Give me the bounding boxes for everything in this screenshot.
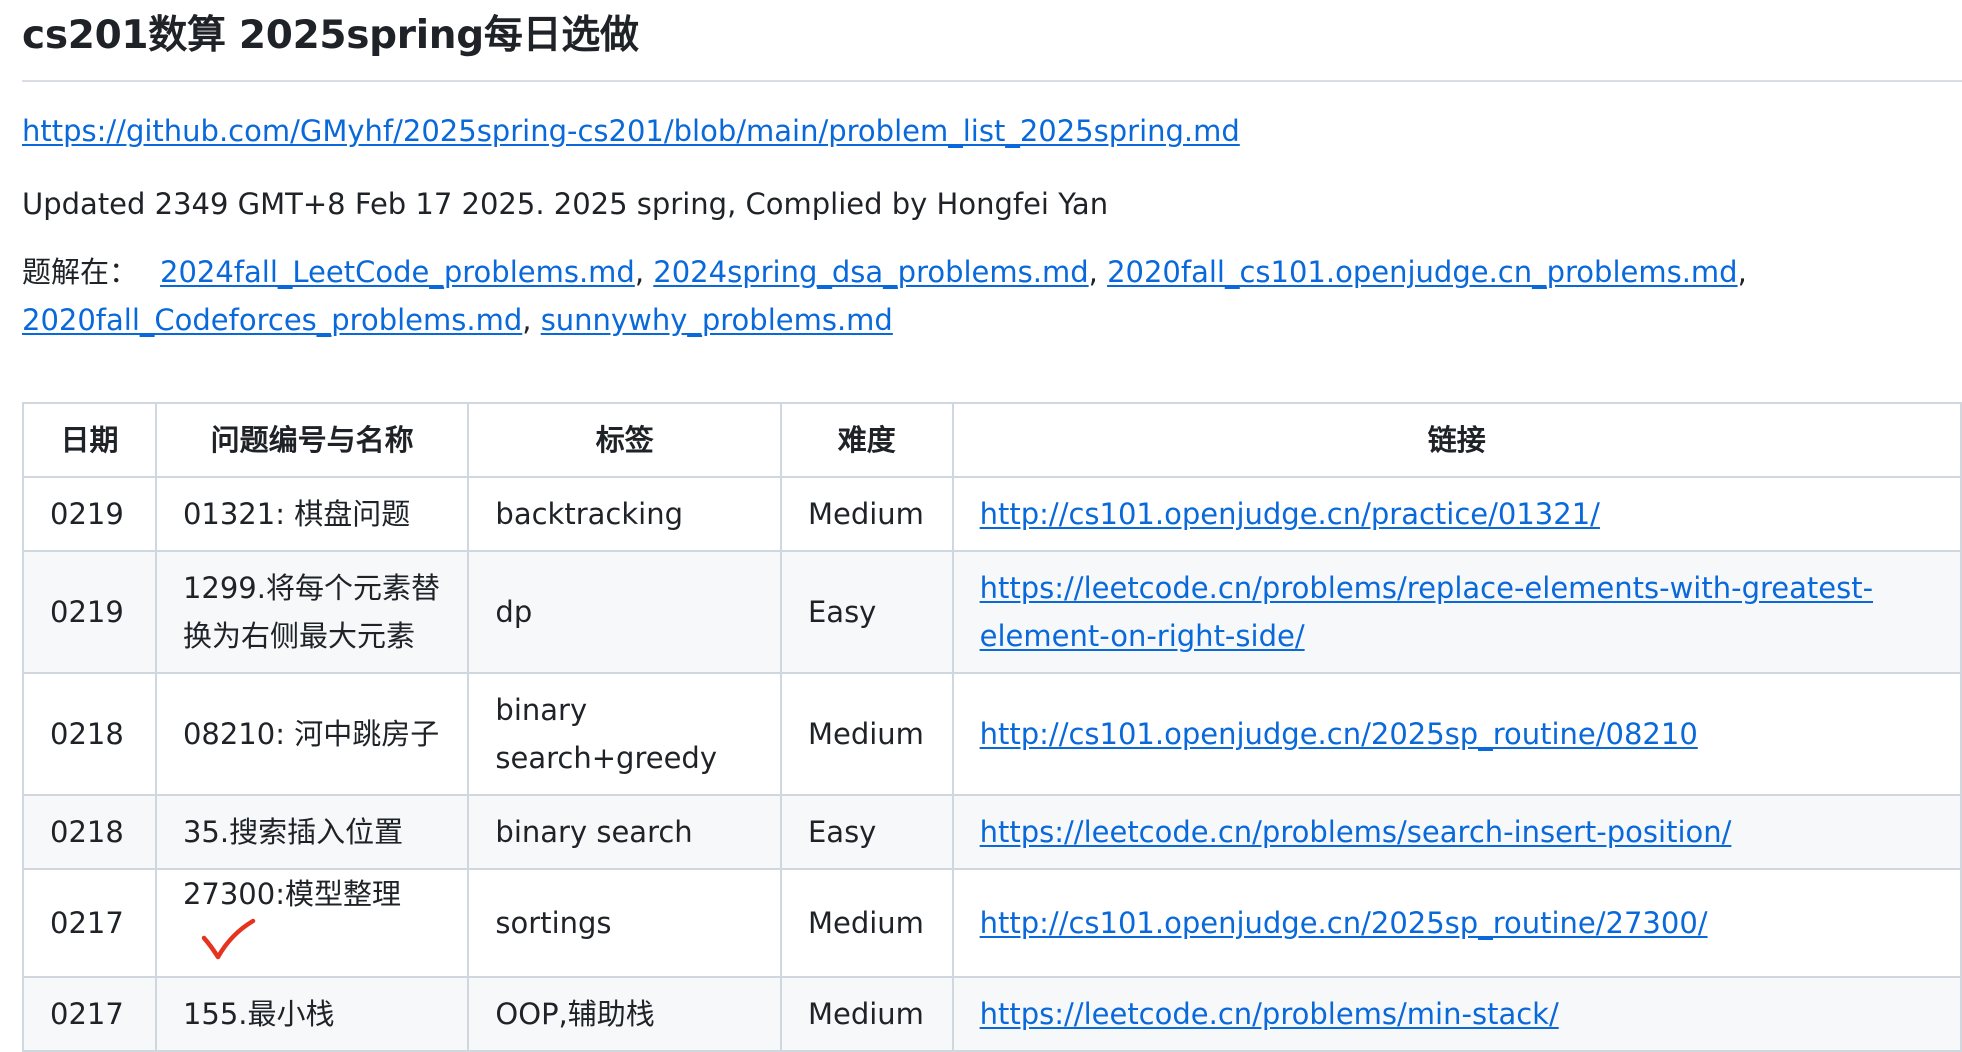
cell-tag: dp	[467, 550, 782, 674]
table-row: 0218 35.搜索插入位置 binary search Easy https:…	[22, 794, 1962, 870]
cell-difficulty: Easy	[779, 794, 954, 870]
cell-problem: 155.最小栈	[154, 976, 470, 1052]
cell-tag: OOP,辅助栈	[467, 976, 782, 1052]
cell-tag: binary search+greedy	[467, 672, 782, 796]
table-row: 0219 01321: 棋盘问题 backtracking Medium htt…	[22, 476, 1962, 552]
cell-date: 0219	[22, 550, 157, 674]
cell-link: http://cs101.openjudge.cn/2025sp_routine…	[951, 868, 1962, 978]
cell-date: 0219	[22, 476, 157, 552]
separator: ,	[1737, 255, 1747, 289]
cell-problem: 1299.将每个元素替换为右侧最大元素	[154, 550, 470, 674]
cell-link: https://leetcode.cn/problems/replace-ele…	[951, 550, 1962, 674]
cell-problem: 08210: 河中跳房子	[154, 672, 470, 796]
header-problem: 问题编号与名称	[154, 402, 470, 478]
problem-link[interactable]: http://cs101.openjudge.cn/2025sp_routine…	[980, 717, 1698, 751]
solutions-paragraph: 题解在： 2024fall_LeetCode_problems.md, 2024s…	[22, 248, 1962, 344]
cell-date: 0217	[22, 976, 157, 1052]
cell-tag: sortings	[467, 868, 782, 978]
table-row: 0217 155.最小栈 OOP,辅助栈 Medium https://leet…	[22, 976, 1962, 1052]
title-divider	[22, 80, 1962, 82]
separator: ,	[522, 303, 532, 337]
cell-problem: 35.搜索插入位置	[154, 794, 470, 870]
cell-link: http://cs101.openjudge.cn/2025sp_routine…	[951, 672, 1962, 796]
repo-link[interactable]: https://github.com/GMyhf/2025spring-cs20…	[22, 114, 1240, 148]
cell-date: 0218	[22, 794, 157, 870]
solution-link-leetcode[interactable]: 2024fall_LeetCode_problems.md	[160, 255, 635, 289]
cell-difficulty: Medium	[779, 672, 954, 796]
markdown-page: cs201数算 2025spring每日选做 https://github.co…	[22, 0, 1962, 1052]
cell-difficulty: Easy	[779, 550, 954, 674]
cell-difficulty: Medium	[779, 868, 954, 978]
solution-link-sunnywhy[interactable]: sunnywhy_problems.md	[541, 303, 893, 337]
cell-link: https://leetcode.cn/problems/min-stack/	[951, 976, 1962, 1052]
cell-link: http://cs101.openjudge.cn/practice/01321…	[951, 476, 1962, 552]
table-row: 0219 1299.将每个元素替换为右侧最大元素 dp Easy https:/…	[22, 550, 1962, 674]
page-title: cs201数算 2025spring每日选做	[22, 13, 639, 58]
header-difficulty: 难度	[779, 402, 954, 478]
red-check-mark-icon	[201, 918, 257, 976]
cell-link: https://leetcode.cn/problems/search-inse…	[951, 794, 1962, 870]
problem-link[interactable]: https://leetcode.cn/problems/search-inse…	[980, 815, 1732, 849]
table-row: 0217 27300:模型整理 sortings Medium http://c…	[22, 868, 1962, 978]
problem-link[interactable]: https://leetcode.cn/problems/min-stack/	[980, 997, 1559, 1031]
header-tags: 标签	[467, 402, 782, 478]
problem-link[interactable]: http://cs101.openjudge.cn/2025sp_routine…	[980, 906, 1708, 940]
separator: ,	[634, 255, 645, 289]
separator: ,	[1088, 255, 1098, 289]
problem-name: 27300:模型整理	[182, 877, 401, 911]
cell-problem: 27300:模型整理	[154, 868, 470, 978]
header-link: 链接	[951, 402, 1962, 478]
cell-difficulty: Medium	[779, 476, 954, 552]
cell-tag: binary search	[467, 794, 782, 870]
solutions-label: 题解在：	[22, 255, 139, 289]
header-date: 日期	[22, 402, 157, 478]
problem-link[interactable]: http://cs101.openjudge.cn/practice/01321…	[980, 497, 1600, 531]
solution-link-openjudge[interactable]: 2020fall_cs101.openjudge.cn_problems.md	[1107, 255, 1738, 289]
cell-difficulty: Medium	[779, 976, 954, 1052]
repo-link-paragraph: https://github.com/GMyhf/2025spring-cs20…	[22, 107, 1962, 155]
problem-table: 日期 问题编号与名称 标签 难度 链接 0219 01321: 棋盘问题 bac…	[22, 402, 1962, 1052]
cell-date: 0217	[22, 868, 157, 978]
table-header-row: 日期 问题编号与名称 标签 难度 链接	[22, 402, 1962, 478]
solution-link-codeforces[interactable]: 2020fall_Codeforces_problems.md	[22, 303, 522, 337]
solution-link-dsa[interactable]: 2024spring_dsa_problems.md	[653, 255, 1088, 289]
cell-date: 0218	[22, 672, 157, 796]
updated-text: Updated 2349 GMT+8 Feb 17 2025. 2025 spr…	[22, 187, 1109, 221]
cell-problem: 01321: 棋盘问题	[154, 476, 470, 552]
problem-link[interactable]: https://leetcode.cn/problems/replace-ele…	[980, 571, 1873, 653]
table-row: 0218 08210: 河中跳房子 binary search+greedy M…	[22, 672, 1962, 796]
cell-tag: backtracking	[467, 476, 782, 552]
